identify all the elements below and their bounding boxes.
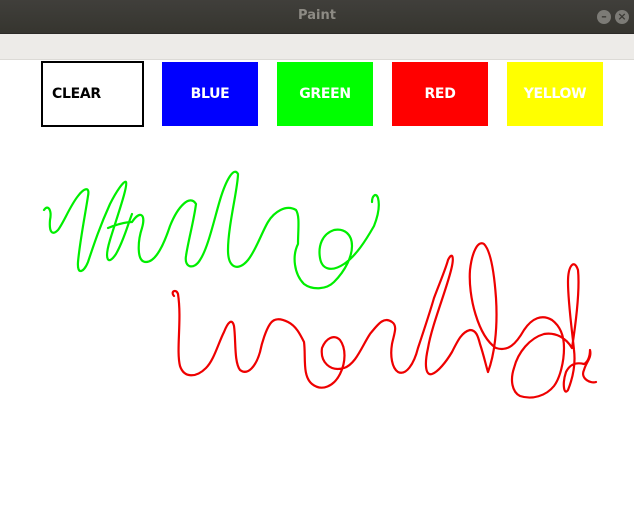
- green-stroke-hello: [42, 170, 380, 290]
- paint-window: Paint – × CLEAR BLUE GREEN RED YELLOW: [0, 0, 634, 521]
- drawing-strokes: [42, 170, 598, 399]
- close-button[interactable]: ×: [615, 10, 629, 24]
- minimize-button[interactable]: –: [597, 10, 611, 24]
- title-bar[interactable]: Paint – ×: [0, 0, 634, 34]
- menu-bar: [0, 34, 634, 60]
- drawing-canvas[interactable]: CLEAR BLUE GREEN RED YELLOW: [0, 60, 634, 521]
- close-icon: ×: [617, 10, 627, 23]
- window-title: Paint: [298, 8, 336, 23]
- minimize-icon: –: [601, 10, 607, 23]
